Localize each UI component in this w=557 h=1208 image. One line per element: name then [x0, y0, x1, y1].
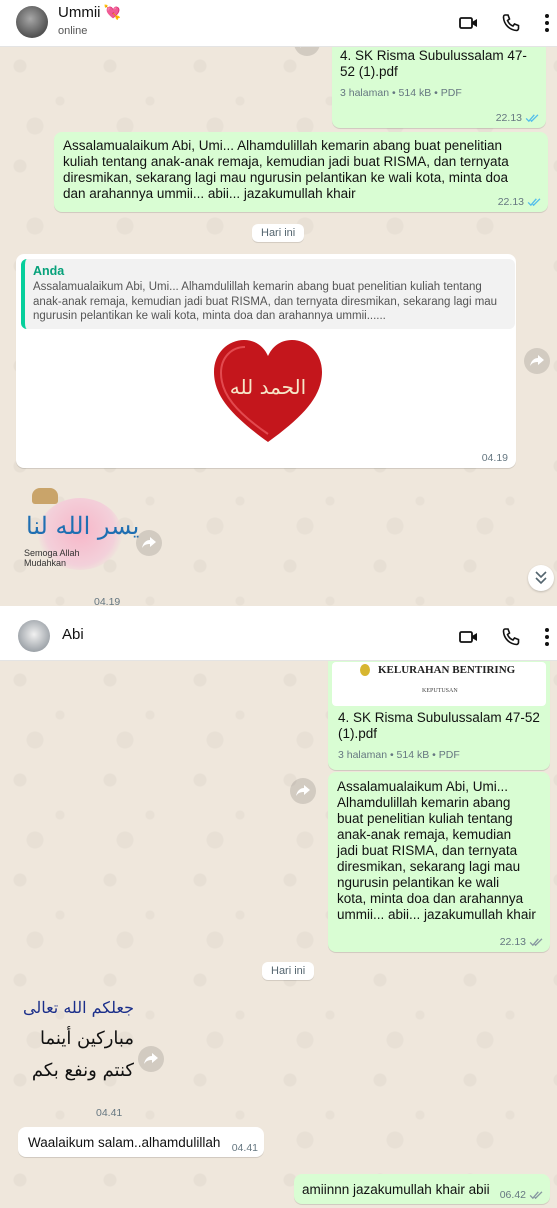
- preview-subheading: KEPUTUSAN: [422, 688, 458, 694]
- forward-icon: [142, 537, 156, 548]
- heart-emoji-icon: 💘: [103, 4, 121, 20]
- sticker-line-3: كنتم ونفع بكم: [31, 1060, 134, 1081]
- document-message[interactable]: KELURAHAN BENTIRING KEPUTUSAN 4. SK Rism…: [328, 650, 550, 770]
- message-text: Waalaikum salam..alhamdulillah: [28, 1135, 221, 1150]
- voice-call-icon[interactable]: [500, 12, 522, 34]
- document-preview: KELURAHAN BENTIRING KEPUTUSAN: [332, 662, 546, 706]
- chat-panel-abi: Abi KELURAHAN BENTIRING KEPUTUSAN 4. SK …: [0, 614, 557, 1208]
- video-call-icon[interactable]: [458, 12, 480, 34]
- chevron-down-icon: [535, 571, 547, 585]
- message-time: 22.13: [495, 112, 522, 124]
- incoming-reply-message[interactable]: Anda Assalamualaikum Abi, Umi... Alhamdu…: [16, 254, 516, 468]
- date-separator: Hari ini: [252, 224, 305, 242]
- online-status: online: [58, 25, 88, 37]
- message-time: 04.19: [94, 596, 121, 606]
- message-time: 06.42: [499, 1189, 526, 1201]
- forward-button[interactable]: [136, 530, 162, 556]
- sticker-arabic-text: يسر الله لنا: [26, 512, 140, 540]
- screenshot-divider: [0, 606, 557, 614]
- read-receipt-icon: [527, 198, 541, 207]
- message-time: 04.19: [481, 452, 508, 464]
- message-time: 04.41: [96, 1107, 123, 1119]
- document-name: 4. SK Risma Subulussalam 47-52 (1).pdf: [338, 710, 540, 741]
- emblem-icon: [360, 664, 370, 676]
- more-options-icon[interactable]: [536, 12, 557, 34]
- sticker-message[interactable]: يسر الله لنا Semoga Allah Mudahkan: [20, 488, 139, 582]
- sticker-line-2: مباركين أينما: [39, 1028, 134, 1049]
- message-text: Assalamualaikum Abi, Umi... Alhamdulilla…: [63, 138, 509, 201]
- voice-call-icon[interactable]: [500, 626, 522, 648]
- sticker-message[interactable]: جعلكم الله تعالى مباركين أينما كنتم ونفع…: [18, 994, 138, 1104]
- scroll-to-bottom-button[interactable]: [528, 565, 554, 591]
- date-separator: Hari ini: [262, 962, 315, 980]
- delivered-receipt-icon: [529, 1191, 543, 1200]
- message-text: Assalamualaikum Abi, Umi... Alhamdulilla…: [337, 779, 536, 922]
- message-time: 22.13: [499, 936, 526, 948]
- message-text: amiinnn jazakumullah khair abii: [302, 1182, 490, 1197]
- contact-name[interactable]: Ummii 💘: [58, 4, 121, 21]
- chat-header: Ummii 💘 online: [0, 0, 557, 47]
- forward-icon: [530, 355, 544, 366]
- quoted-author: Anda: [33, 264, 65, 278]
- more-options-icon[interactable]: [536, 626, 557, 648]
- quoted-message[interactable]: Anda Assalamualaikum Abi, Umi... Alhamdu…: [21, 259, 515, 329]
- outgoing-message[interactable]: Assalamualaikum Abi, Umi... Alhamdulilla…: [328, 772, 550, 952]
- read-receipt-icon: [525, 114, 539, 123]
- lantern-icon: [32, 488, 58, 504]
- document-meta: 3 halaman • 514 kB • PDF: [338, 749, 460, 761]
- message-time: 22.13: [497, 196, 524, 208]
- document-name: 4. SK Risma Subulussalam 47-52 (1).pdf: [340, 48, 527, 79]
- message-time: 04.41: [231, 1142, 258, 1154]
- quoted-text: Assalamualaikum Abi, Umi... Alhamdulilla…: [33, 281, 498, 322]
- incoming-message[interactable]: Waalaikum salam..alhamdulillah 04.41: [18, 1127, 264, 1157]
- document-message[interactable]: 4. SK Risma Subulussalam 47-52 (1).pdf 3…: [332, 38, 546, 128]
- preview-heading: KELURAHAN BENTIRING: [378, 664, 516, 676]
- sticker-caption: Semoga Allah Mudahkan: [24, 548, 80, 568]
- delivered-receipt-icon: [529, 938, 543, 947]
- forward-button[interactable]: [290, 778, 316, 804]
- avatar[interactable]: [18, 620, 50, 652]
- forward-icon: [144, 1053, 158, 1064]
- outgoing-message[interactable]: amiinnn jazakumullah khair abii 06.42: [294, 1174, 550, 1204]
- forward-button[interactable]: [138, 1046, 164, 1072]
- heart-arabic-text: الحمد لله: [230, 375, 306, 399]
- avatar[interactable]: [16, 6, 48, 38]
- outgoing-message[interactable]: Assalamualaikum Abi, Umi... Alhamdulilla…: [54, 132, 548, 212]
- forward-button[interactable]: [524, 348, 550, 374]
- sticker-line-1: جعلكم الله تعالى: [22, 998, 134, 1017]
- chat-header: Abi: [0, 614, 557, 661]
- document-meta: 3 halaman • 514 kB • PDF: [340, 87, 462, 99]
- alhamdulillah-heart-image[interactable]: الحمد لله: [212, 338, 324, 446]
- video-call-icon[interactable]: [458, 626, 480, 648]
- forward-icon: [296, 785, 310, 796]
- contact-name[interactable]: Abi: [62, 626, 84, 643]
- chat-panel-ummii: Ummii 💘 online 4. SK Risma Subulussalam 4…: [0, 0, 557, 606]
